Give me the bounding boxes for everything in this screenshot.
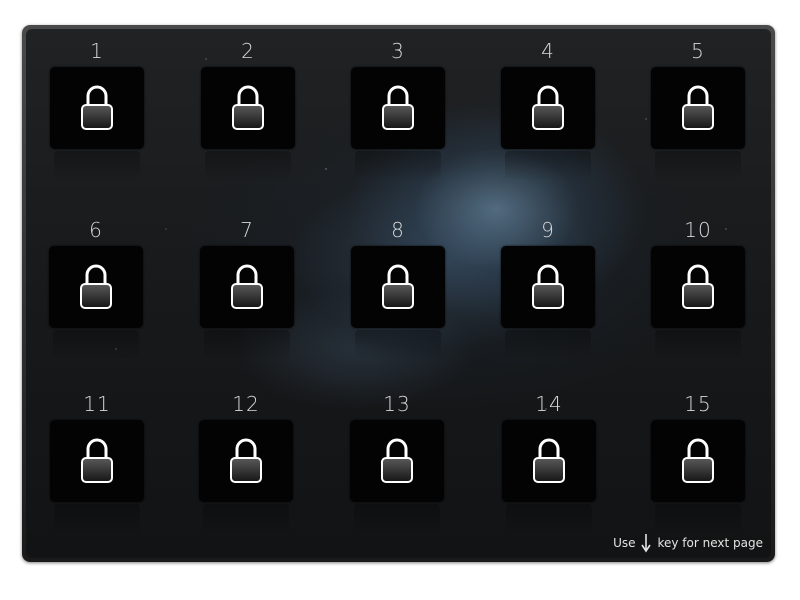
lock-icon [80,264,112,309]
hint-prefix: Use [613,536,636,550]
tile-reflection [655,330,741,360]
level-button[interactable] [351,246,445,328]
level-number: 6 [89,218,103,242]
lock-icon [382,85,414,130]
tile-reflection [203,504,289,534]
level-number: 11 [83,392,111,416]
lock-icon [533,438,565,483]
tile-reflection [54,151,140,181]
tile-reflection [655,151,741,181]
level-number: 13 [383,392,411,416]
level-number: 8 [391,218,405,242]
level-select-frame: 1 2 3 4 5 6 7 8 9 10 11 12 13 14 15 Use … [22,25,775,562]
level-button[interactable] [201,67,295,149]
lock-icon [381,438,413,483]
level-button[interactable] [200,246,294,328]
next-page-hint: Use key for next page [613,533,763,553]
level-button[interactable] [49,246,143,328]
lock-icon [682,85,714,130]
level-button[interactable] [50,67,144,149]
level-button[interactable] [651,420,745,502]
level-number: 14 [535,392,563,416]
tile-reflection [506,504,592,534]
level-number: 3 [391,39,405,63]
tile-reflection [505,151,591,181]
level-number: 2 [241,39,255,63]
tile-reflection [355,330,441,360]
lock-icon [232,85,264,130]
level-button[interactable] [501,246,595,328]
level-button[interactable] [651,67,745,149]
level-number: 4 [541,39,555,63]
level-number: 7 [240,218,254,242]
tile-reflection [655,504,741,534]
level-button[interactable] [350,420,444,502]
lock-icon [532,264,564,309]
level-select-panel: 1 2 3 4 5 6 7 8 9 10 11 12 13 14 15 Use … [26,29,771,558]
tile-reflection [204,330,290,360]
tile-reflection [205,151,291,181]
level-button[interactable] [351,67,445,149]
level-number: 1 [90,39,104,63]
lock-icon [682,438,714,483]
level-button[interactable] [199,420,293,502]
level-button[interactable] [501,67,595,149]
tile-reflection [354,504,440,534]
lock-icon [532,85,564,130]
hint-suffix: key for next page [657,536,763,550]
tile-reflection [53,330,139,360]
level-number: 5 [691,39,705,63]
level-number: 10 [684,218,712,242]
tile-reflection [54,504,140,534]
lock-icon [382,264,414,309]
tile-reflection [355,151,441,181]
lock-icon [231,264,263,309]
level-number: 12 [232,392,260,416]
lock-icon [230,438,262,483]
level-button[interactable] [651,246,745,328]
lock-icon [81,85,113,130]
level-number: 9 [541,218,555,242]
tile-reflection [505,330,591,360]
down-arrow-icon [641,534,652,553]
lock-icon [682,264,714,309]
level-button[interactable] [502,420,596,502]
level-number: 15 [684,392,712,416]
level-button[interactable] [50,420,144,502]
lock-icon [81,438,113,483]
